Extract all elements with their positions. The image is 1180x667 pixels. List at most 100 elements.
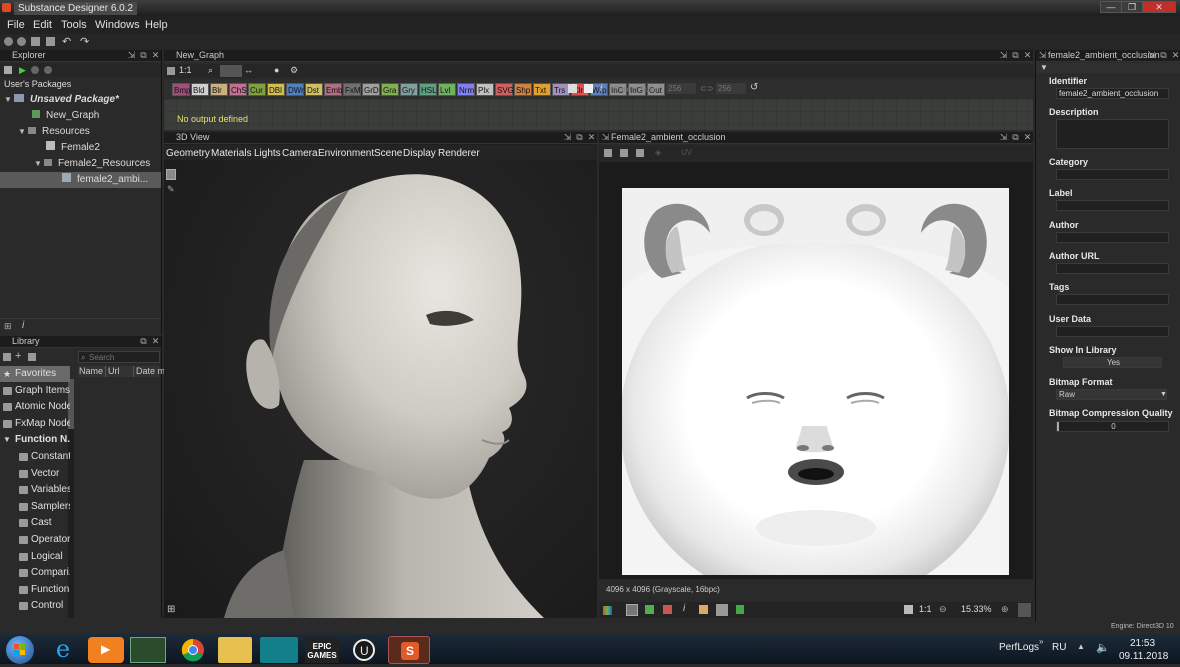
identifier-field[interactable]: female2_ambient_occlusion: [1056, 88, 1169, 99]
menu-camera[interactable]: Camera: [282, 148, 318, 159]
compression-slider[interactable]: 0: [1056, 421, 1169, 432]
pin-icon[interactable]: ⇲: [999, 50, 1008, 61]
open-icon[interactable]: [17, 37, 26, 46]
author-field[interactable]: [1056, 232, 1169, 243]
view3d-options-icon[interactable]: ⊞: [167, 604, 175, 615]
node-button-bld[interactable]: Bld: [191, 83, 209, 96]
bitmap-format-dropdown[interactable]: Raw: [1056, 389, 1167, 400]
chrome-icon[interactable]: [174, 637, 212, 663]
menu-help[interactable]: Help: [144, 18, 169, 32]
library-item-favorites[interactable]: ★ Favorites: [0, 366, 70, 382]
close-icon[interactable]: ✕: [1023, 50, 1032, 61]
settings-icon[interactable]: ⚙: [290, 65, 298, 76]
save-icon[interactable]: [31, 37, 40, 46]
tool-icon[interactable]: ●: [274, 65, 279, 75]
node-button-bmp[interactable]: Bmp: [172, 83, 190, 96]
menu-display[interactable]: Display: [403, 148, 436, 159]
library-item-function[interactable]: Function: [0, 582, 70, 598]
light-tool-icon[interactable]: ✎: [167, 184, 175, 195]
zoom-ratio[interactable]: 1:1: [919, 604, 932, 614]
close-icon[interactable]: ✕: [587, 132, 596, 143]
library-item-constant[interactable]: Constant: [0, 449, 70, 465]
media-player-icon[interactable]: ▶: [88, 637, 124, 663]
node-button-hsl[interactable]: HSL: [419, 83, 437, 96]
category-field[interactable]: [1056, 169, 1169, 180]
frame-icon[interactable]: [584, 84, 593, 93]
clock-date[interactable]: 09.11.2018: [1119, 651, 1168, 662]
library-item-graph-items[interactable]: Graph Items: [0, 383, 70, 399]
library-item-control[interactable]: Control: [0, 598, 70, 614]
refresh-icon[interactable]: [44, 66, 52, 74]
library-item-fxmap[interactable]: FxMap Node: [0, 416, 70, 432]
file-explorer-icon[interactable]: [218, 637, 252, 663]
save-image-icon[interactable]: [636, 149, 644, 157]
perflogs-toolbar[interactable]: PerfLogs: [999, 642, 1039, 653]
library-item-cast[interactable]: Cast: [0, 515, 70, 531]
label-field[interactable]: [1056, 200, 1169, 211]
library-item-logical[interactable]: Logical: [0, 549, 70, 565]
node-button-nrm[interactable]: Nrm: [457, 83, 475, 96]
pin-icon[interactable]: ⇲: [127, 50, 136, 61]
node-button-dbl[interactable]: DBl: [267, 83, 285, 96]
close-icon[interactable]: ✕: [1171, 50, 1180, 61]
close-icon[interactable]: ✕: [151, 50, 160, 61]
menu-edit[interactable]: Edit: [32, 18, 53, 32]
library-item-atomic[interactable]: Atomic Node: [0, 399, 70, 415]
node-button-lvl[interactable]: Lvl: [438, 83, 456, 96]
node-button-gra[interactable]: Gra: [381, 83, 399, 96]
float-icon[interactable]: ⧉: [139, 50, 148, 61]
zoom-in-icon[interactable]: ⊕: [1001, 604, 1009, 615]
tiling-icon[interactable]: [645, 605, 654, 614]
zoom-out-icon[interactable]: ⊖: [939, 604, 947, 615]
save-all-icon[interactable]: [46, 37, 55, 46]
node-button-cur[interactable]: Cur: [248, 83, 266, 96]
clock-time[interactable]: 21:53: [1130, 638, 1155, 649]
close-icon[interactable]: ✕: [151, 336, 160, 347]
chevron-down-icon[interactable]: ▼: [1160, 391, 1167, 398]
tree-item-ao-bitmap[interactable]: female2_ambi...: [0, 172, 161, 188]
node-button-fxm[interactable]: FxM: [343, 83, 361, 96]
tags-field[interactable]: [1056, 294, 1169, 305]
volume-icon[interactable]: 🔈: [1096, 641, 1110, 654]
library-item-samplers[interactable]: Samplers: [0, 499, 70, 515]
menu-renderer[interactable]: Renderer: [438, 148, 480, 159]
node-button-emb[interactable]: Emb: [324, 83, 342, 96]
node-button-grd[interactable]: GrD: [362, 83, 380, 96]
menu-geometry[interactable]: Geometry: [166, 148, 210, 159]
tile-icon[interactable]: ◈: [655, 148, 661, 157]
add-icon[interactable]: +: [15, 350, 21, 362]
node-button-dst[interactable]: Dst: [305, 83, 323, 96]
fit-view-icon[interactable]: [904, 605, 913, 614]
alpha-icon[interactable]: [626, 604, 638, 616]
histogram-icon[interactable]: [699, 605, 708, 614]
info-icon[interactable]: i: [600, 83, 602, 94]
author-url-field[interactable]: [1056, 263, 1169, 274]
fit-icon[interactable]: [167, 67, 175, 75]
library-item-operator[interactable]: Operator: [0, 532, 70, 548]
undo-icon[interactable]: ↶: [62, 35, 71, 48]
internet-explorer-icon[interactable]: e: [48, 637, 78, 663]
tray-arrow-icon[interactable]: ▲: [1077, 642, 1085, 651]
info-icon[interactable]: i: [683, 603, 685, 614]
channels-icon[interactable]: [604, 149, 612, 157]
float-icon[interactable]: ⧉: [575, 132, 584, 143]
expand-icon[interactable]: ▼: [3, 432, 12, 444]
minimize-button[interactable]: —: [1100, 1, 1122, 13]
parent-size-width[interactable]: 256: [666, 83, 696, 94]
library-item-variables[interactable]: Variables: [0, 482, 70, 498]
float-icon[interactable]: ⧉: [1011, 132, 1020, 143]
collapse-icon[interactable]: ▼: [1040, 63, 1048, 72]
float-icon[interactable]: ⧉: [1159, 50, 1168, 61]
library-options-icon[interactable]: [28, 353, 36, 361]
graph-canvas[interactable]: No output defined: [164, 99, 1033, 130]
link-icon[interactable]: ⊂⊃: [700, 84, 713, 93]
node-button-dwr[interactable]: DWr: [286, 83, 304, 96]
menu-scene[interactable]: Scene: [374, 148, 402, 159]
expand-icon[interactable]: ▼: [4, 92, 14, 108]
search-box[interactable]: ⌕: [78, 351, 160, 363]
float-icon[interactable]: ⧉: [1011, 50, 1020, 61]
reset-icon[interactable]: ↺: [750, 82, 758, 93]
align-icon[interactable]: ↔: [244, 65, 253, 75]
maximize-button[interactable]: ❐: [1121, 1, 1143, 13]
settings-icon[interactable]: [31, 66, 39, 74]
